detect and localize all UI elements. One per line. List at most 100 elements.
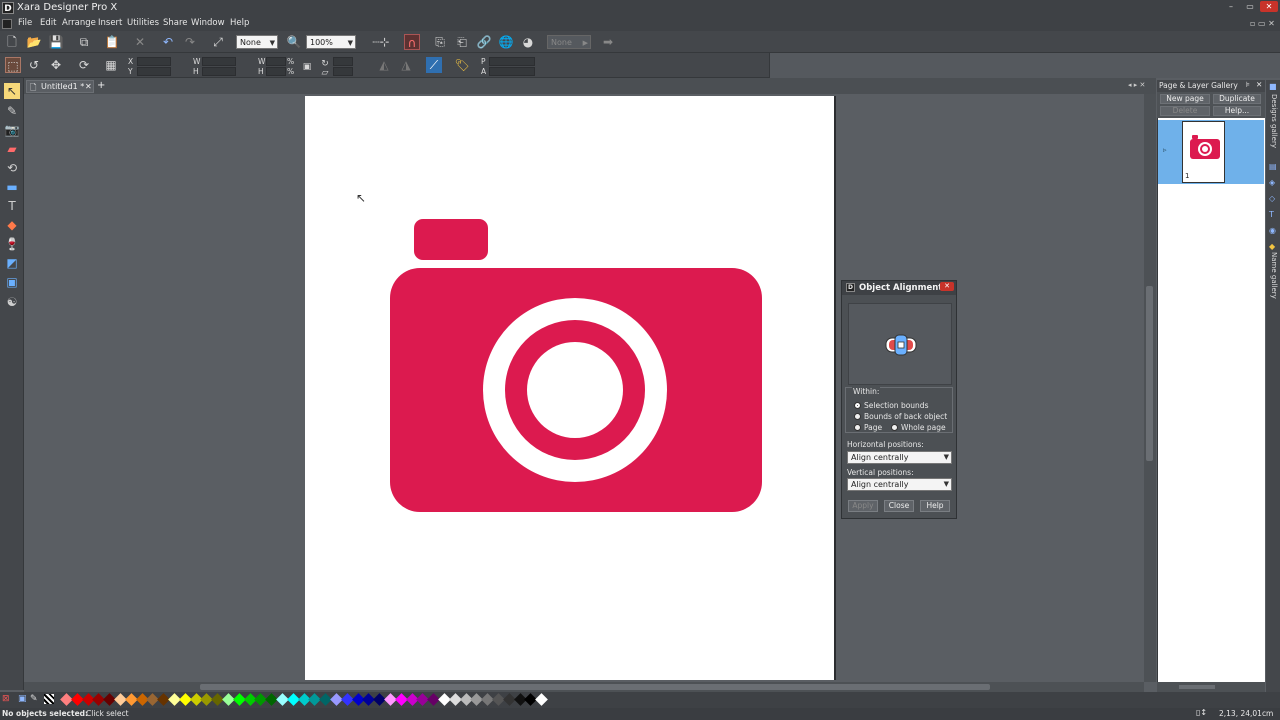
page-thumbnail[interactable]: 1: [1182, 121, 1225, 183]
designs-gallery-icon[interactable]: ■: [1269, 82, 1277, 91]
snap-magnet-icon[interactable]: ∩: [404, 34, 420, 50]
text-tool-icon[interactable]: T: [4, 198, 20, 214]
width-scale-field[interactable]: [266, 57, 286, 66]
rotate-mode-icon[interactable]: ↺: [26, 57, 42, 73]
transparency-tool-icon[interactable]: 🍷: [4, 236, 20, 252]
photo-tool-icon[interactable]: 📷: [4, 122, 20, 138]
document-page[interactable]: [305, 96, 834, 680]
x-field[interactable]: [137, 57, 171, 66]
height-field[interactable]: [202, 67, 236, 76]
live-effects-tool-icon[interactable]: ☯: [4, 294, 20, 310]
grid-icon[interactable]: ▦: [102, 57, 120, 73]
link-icon[interactable]: 🔗: [476, 34, 492, 50]
rectangle-tool-icon[interactable]: ▬: [4, 179, 20, 195]
fill-gallery-icon[interactable]: ◇: [1269, 194, 1275, 203]
close-window-button[interactable]: ✕: [1260, 1, 1278, 12]
expand-arrow-icon[interactable]: ▹: [1163, 146, 1167, 154]
bitmap-gallery-icon[interactable]: ◉: [1269, 226, 1276, 235]
page-radio[interactable]: [854, 424, 861, 431]
lock-aspect-icon[interactable]: ▣: [302, 59, 312, 75]
duplicate-button[interactable]: Duplicate: [1213, 94, 1261, 104]
menu-insert[interactable]: Insert: [98, 18, 122, 28]
new-document-icon[interactable]: 🗋: [4, 34, 20, 50]
document-tab[interactable]: 🗋 Untitled1 * ✕: [26, 80, 94, 93]
selection-bounds-radio[interactable]: [854, 402, 861, 409]
horizontal-scrollbar[interactable]: [24, 682, 1144, 692]
name-gallery-icon[interactable]: ◆: [1269, 242, 1275, 251]
p-field[interactable]: [489, 57, 535, 66]
palette-menu-icon[interactable]: ⊠: [2, 694, 10, 704]
rotation-field[interactable]: [333, 57, 353, 66]
maximize-button[interactable]: ▭: [1241, 1, 1259, 12]
minimize-button[interactable]: –: [1222, 1, 1240, 12]
font-gallery-icon[interactable]: T: [1269, 210, 1274, 219]
name-gallery-tab[interactable]: Name gallery: [1268, 252, 1278, 299]
doc-icon[interactable]: [2, 19, 12, 29]
forward-arrow-icon[interactable]: ➡: [600, 34, 616, 50]
horizontal-select[interactable]: Align centrally ▼: [847, 451, 952, 464]
zoom-combo[interactable]: 100% ▼: [306, 35, 356, 49]
delete-icon[interactable]: ✕: [132, 34, 148, 50]
color-editor-icon[interactable]: ▣: [18, 694, 27, 704]
color-picker-icon[interactable]: ✎: [30, 694, 38, 704]
zoom-icon[interactable]: 🔍: [286, 34, 302, 50]
bevel-tool-icon[interactable]: ▣: [4, 274, 20, 290]
tag-icon[interactable]: 🏷: [454, 57, 470, 73]
menu-window[interactable]: Window: [191, 18, 225, 28]
close-tab-icon[interactable]: ✕: [85, 81, 92, 92]
camera-graphic[interactable]: [305, 96, 834, 680]
scale-lines-icon[interactable]: ⟋: [426, 57, 442, 73]
web-icon[interactable]: 🌐: [498, 34, 514, 50]
fit-icon[interactable]: ⤢: [210, 34, 226, 50]
export-icon[interactable]: ⎗: [454, 34, 470, 50]
shadow-tool-icon[interactable]: ◩: [4, 255, 20, 271]
pin-icon[interactable]: ⊧: [1246, 80, 1250, 89]
menu-help[interactable]: Help: [230, 18, 249, 28]
whole-page-radio[interactable]: [891, 424, 898, 431]
menu-share[interactable]: Share: [163, 18, 188, 28]
fill-tool-icon[interactable]: ◆: [4, 217, 20, 233]
app-icon[interactable]: D: [2, 2, 14, 14]
dialog-title-bar[interactable]: D Object Alignment ✕: [842, 281, 956, 295]
copy-icon[interactable]: ⧉: [76, 34, 92, 50]
new-page-button[interactable]: New page: [1160, 94, 1210, 104]
designs-gallery-tab[interactable]: Designs gallery: [1268, 94, 1278, 148]
new-tab-icon[interactable]: +: [97, 80, 105, 91]
gallery-scrollbar[interactable]: [1157, 682, 1265, 692]
width-field[interactable]: [202, 57, 236, 66]
apply-button[interactable]: Apply: [848, 500, 878, 512]
y-field[interactable]: [137, 67, 171, 76]
preview-icon[interactable]: ◕: [520, 34, 536, 50]
help-button[interactable]: Help: [920, 500, 950, 512]
close-button[interactable]: Close: [884, 500, 914, 512]
doc-window-controls[interactable]: ▫ ▭ ✕: [1250, 19, 1275, 28]
dialog-close-icon[interactable]: ✕: [940, 282, 954, 291]
freehand-tool-icon[interactable]: ✎: [4, 103, 20, 119]
nav-combo[interactable]: None ▶: [547, 35, 591, 49]
selector-tool-icon[interactable]: ↖: [4, 83, 20, 99]
vertical-scrollbar[interactable]: [1144, 94, 1156, 682]
camera-lens-center[interactable]: [527, 342, 623, 438]
handles-icon[interactable]: ✥: [48, 57, 64, 73]
skew-field[interactable]: [333, 67, 353, 76]
flip-vertical-icon[interactable]: ◮: [398, 57, 414, 73]
camera-flash[interactable]: [414, 219, 488, 260]
menu-file[interactable]: File: [18, 18, 32, 28]
open-icon[interactable]: 📂: [26, 34, 42, 50]
height-scale-field[interactable]: [266, 67, 286, 76]
menu-utilities[interactable]: Utilities: [127, 18, 159, 28]
gallery-tab-icon[interactable]: ▤: [1269, 162, 1277, 171]
gallery-scroll-thumb[interactable]: [1179, 685, 1215, 689]
save-icon[interactable]: 💾: [48, 34, 64, 50]
back-object-radio[interactable]: [854, 413, 861, 420]
eraser-tool-icon[interactable]: ▰: [4, 141, 20, 157]
flip-horizontal-icon[interactable]: ◭: [376, 57, 392, 73]
delete-button[interactable]: Delete: [1160, 106, 1210, 116]
quality-combo[interactable]: None ▼: [236, 35, 278, 49]
horizontal-scroll-thumb[interactable]: [200, 684, 990, 690]
menu-edit[interactable]: Edit: [40, 18, 56, 28]
vertical-scroll-thumb[interactable]: [1146, 286, 1153, 461]
selection-bounds-icon[interactable]: ⬚: [5, 57, 21, 73]
import-icon[interactable]: ⎘: [432, 34, 448, 50]
gallery-help-button[interactable]: Help...: [1213, 106, 1261, 116]
